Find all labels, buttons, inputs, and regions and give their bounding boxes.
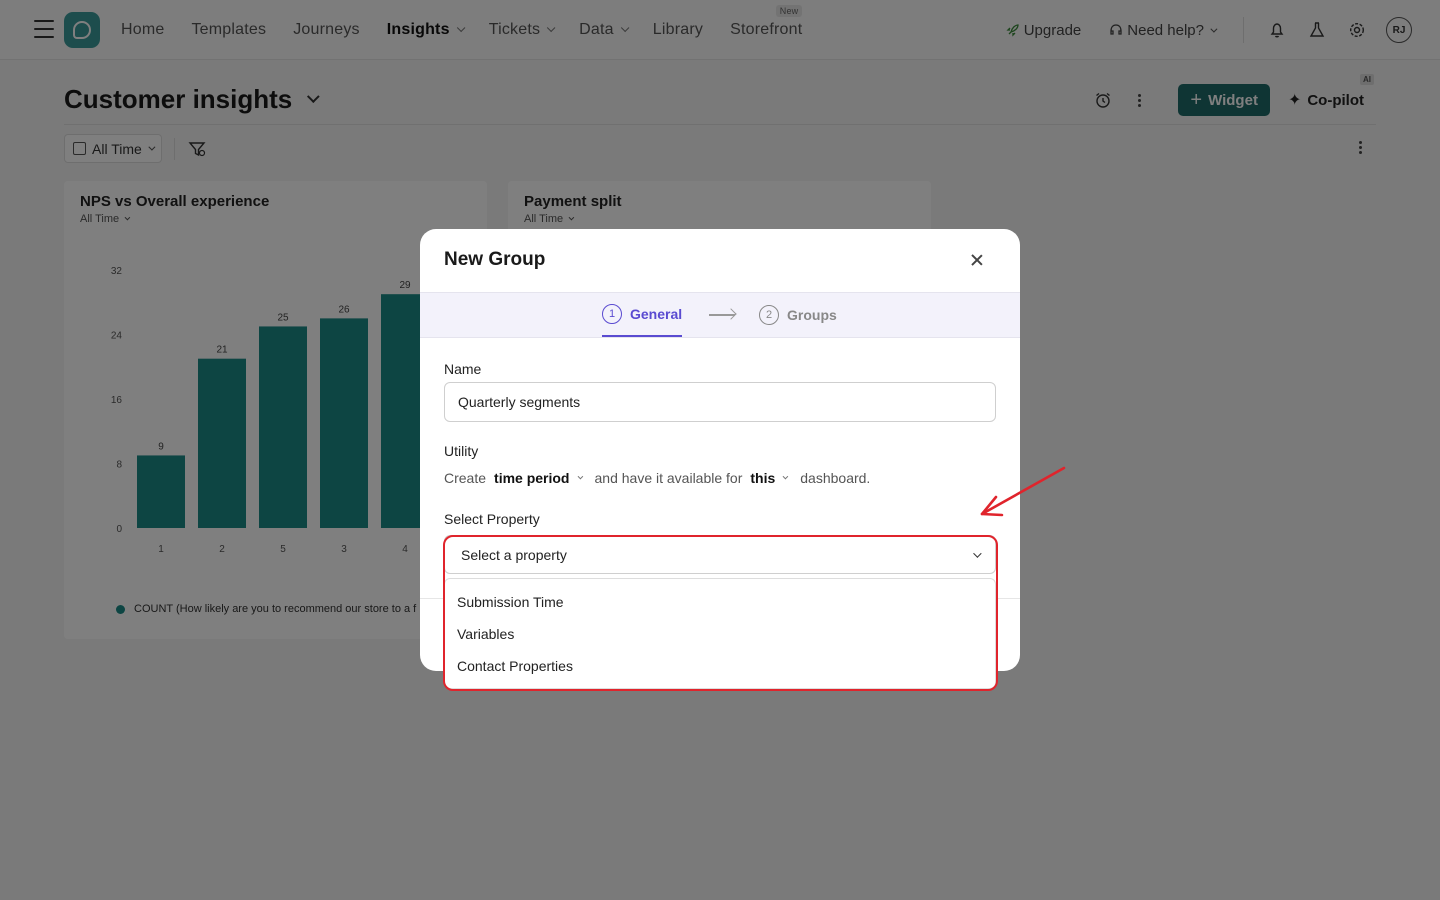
step-number: 1 [602,304,622,324]
step-label: General [630,306,683,322]
option-variables[interactable]: Variables [445,618,995,650]
utility-scope-select[interactable]: this [750,470,789,486]
close-icon[interactable] [970,253,984,267]
utility-prefix: Create [444,470,487,486]
utility-middle: and have it available for [594,470,743,486]
stepper: 1 General 2 Groups [420,292,1020,338]
option-submission-time[interactable]: Submission Time [445,586,995,618]
utility-label: Utility [444,443,479,459]
utility-type-select[interactable]: time period [494,470,583,486]
utility-sentence: Create time period and have it available… [444,470,870,486]
utility-suffix: dashboard. [800,470,871,486]
chevron-down-icon [782,473,789,480]
utility-type-value: time period [494,470,570,486]
group-name-input[interactable] [444,382,996,422]
modal-title: New Group [444,249,546,270]
step-groups[interactable]: 2 Groups [759,293,837,337]
property-label: Select Property [444,511,540,527]
chevron-down-icon [973,548,982,558]
option-contact-properties[interactable]: Contact Properties [445,650,995,682]
property-placeholder: Select a property [461,546,567,563]
chevron-down-icon [577,473,583,480]
arrow-right-icon [709,314,735,316]
step-label: Groups [787,307,837,323]
property-select[interactable]: Select a property [444,535,996,574]
step-general[interactable]: 1 General [602,293,683,337]
property-dropdown-menu: Submission Time Variables Contact Proper… [444,578,996,689]
step-number: 2 [759,305,779,325]
utility-scope-value: this [750,470,776,486]
name-label: Name [444,361,482,377]
